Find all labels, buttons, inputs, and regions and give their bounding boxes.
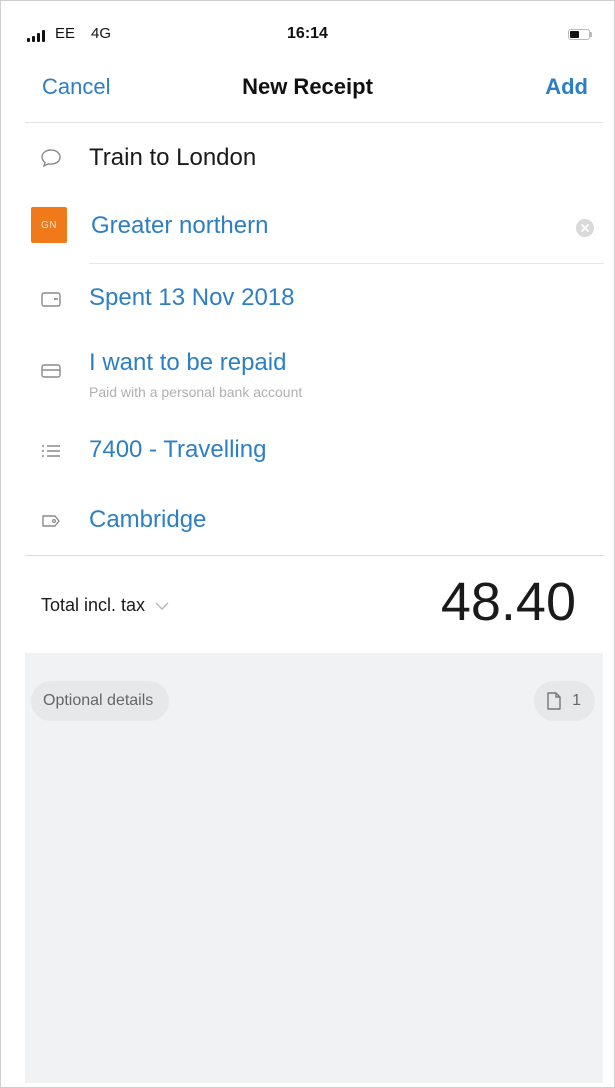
- status-bar: EE 4G 16:14: [1, 1, 614, 47]
- category-text: 7400 - Travelling: [89, 436, 267, 463]
- add-button[interactable]: Add: [545, 74, 588, 100]
- chevron-down-icon: [155, 602, 169, 610]
- nav-bar: Cancel New Receipt Add: [1, 61, 614, 111]
- description-row[interactable]: Train to London: [1, 137, 614, 181]
- payment-title: I want to be repaid: [89, 349, 287, 376]
- tag-icon: [39, 509, 63, 533]
- wallet-icon: [39, 287, 63, 311]
- battery-icon: [568, 29, 592, 40]
- row-divider: [89, 263, 604, 264]
- supplier-row[interactable]: GN Greater northern: [1, 207, 614, 247]
- total-label: Total incl. tax: [41, 595, 146, 615]
- total-divider: [25, 555, 604, 556]
- clear-supplier-icon[interactable]: [576, 219, 594, 237]
- status-time: 16:14: [287, 25, 328, 42]
- app-screen: EE 4G 16:14 Cancel New Receipt Add Train…: [0, 0, 615, 1088]
- tax-mode-selector[interactable]: Total incl. tax: [41, 595, 169, 616]
- optional-details-panel: Optional details 1: [25, 653, 603, 1083]
- comment-icon: [39, 146, 63, 170]
- total-amount[interactable]: 48.40: [441, 571, 576, 633]
- category-row[interactable]: 7400 - Travelling: [1, 431, 614, 471]
- page-title: New Receipt: [242, 74, 373, 99]
- location-text: Cambridge: [89, 506, 207, 533]
- attachment-count: 1: [572, 692, 581, 709]
- nav-divider: [25, 122, 603, 123]
- location-row[interactable]: Cambridge: [1, 501, 614, 541]
- total-row: Total incl. tax 48.40: [1, 557, 614, 653]
- payment-row[interactable]: I want to be repaid Paid with a personal…: [1, 343, 614, 407]
- description-text: Train to London: [89, 144, 257, 171]
- document-icon: [547, 692, 561, 710]
- supplier-badge: GN: [31, 207, 67, 243]
- optional-details-label: Optional details: [43, 692, 154, 709]
- date-text: Spent 13 Nov 2018: [89, 284, 295, 311]
- optional-details-button[interactable]: Optional details: [31, 681, 170, 721]
- supplier-name: Greater northern: [91, 212, 269, 239]
- date-row[interactable]: Spent 13 Nov 2018: [1, 279, 614, 319]
- list-icon: [39, 439, 63, 463]
- card-icon: [39, 359, 63, 383]
- attachments-button[interactable]: 1: [534, 681, 595, 721]
- payment-subtitle: Paid with a personal bank account: [89, 384, 303, 400]
